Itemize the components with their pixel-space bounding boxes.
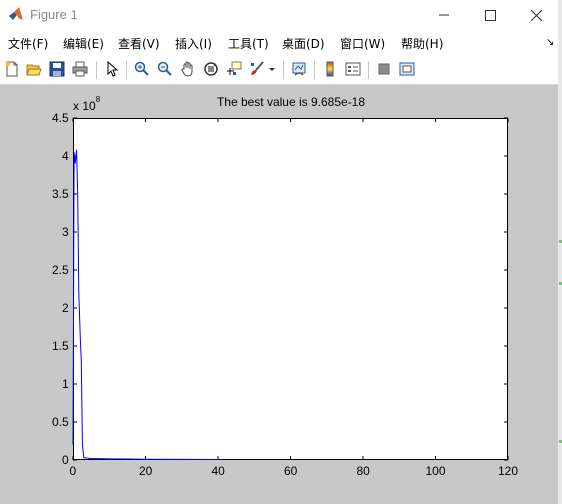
close-button[interactable] [513, 0, 559, 30]
show-plot-tools-button[interactable] [397, 59, 417, 79]
x-tick-label: 120 [498, 464, 519, 478]
menu-edit[interactable]: 编辑(E) [63, 35, 104, 52]
chevron-down-icon [269, 68, 275, 71]
new-figure-icon [6, 61, 18, 77]
x-tick-label: 20 [139, 464, 153, 478]
close-icon [530, 9, 542, 21]
data-cursor-icon [227, 61, 242, 75]
data-cursor-button[interactable] [224, 59, 244, 79]
save-button[interactable] [47, 59, 67, 79]
legend-button[interactable] [343, 59, 363, 79]
y-tick-label: 2 [62, 301, 69, 315]
link-plot-icon [292, 62, 306, 76]
maximize-icon [484, 9, 496, 21]
hide-plot-tools-icon [378, 63, 390, 75]
pan-button[interactable] [178, 59, 198, 79]
menu-file[interactable]: 文件(F) [8, 35, 48, 52]
y-axis-exponent: x 108 [73, 95, 101, 113]
minimize-button[interactable] [421, 0, 467, 30]
rotate-3d-icon [204, 62, 218, 76]
brush-dropdown[interactable] [266, 59, 278, 79]
menu-view[interactable]: 查看(V) [118, 35, 160, 52]
y-tick-label: 4.5 [52, 111, 69, 125]
maximize-button[interactable] [467, 0, 513, 30]
x-tick-label: 60 [284, 464, 298, 478]
minimize-icon [439, 14, 449, 16]
brush-button[interactable] [247, 59, 267, 79]
open-file-button[interactable] [24, 59, 44, 79]
plot-axes[interactable] [73, 118, 508, 460]
legend-icon [345, 62, 361, 76]
menu-help[interactable]: 帮助(H) [401, 35, 443, 52]
figure-window: Figure 1 文件(F) 编辑(E) 查看(V) 插入(I) 工具(T) 桌… [0, 0, 559, 504]
matlab-logo-icon [9, 7, 23, 20]
rotate-3d-button[interactable] [201, 59, 221, 79]
link-plot-button[interactable] [289, 59, 309, 79]
menu-bar: 文件(F) 编辑(E) 查看(V) 插入(I) 工具(T) 桌面(D) 窗口(W… [0, 32, 558, 54]
window-edge [558, 0, 562, 504]
hide-plot-tools-button[interactable] [374, 59, 394, 79]
print-button[interactable] [70, 59, 90, 79]
dock-icon[interactable]: ↘ [546, 37, 554, 48]
title-bar[interactable]: Figure 1 [0, 0, 558, 30]
zoom-out-button[interactable] [155, 59, 175, 79]
menu-insert[interactable]: 插入(I) [175, 35, 212, 52]
menu-window[interactable]: 窗口(W) [340, 35, 385, 52]
y-tick-label: 1.5 [52, 339, 69, 353]
pan-icon [181, 61, 193, 77]
y-tick-label: 2.5 [52, 263, 69, 277]
new-figure-button[interactable] [2, 59, 22, 79]
print-icon [72, 61, 88, 77]
x-tick-label: 80 [356, 464, 370, 478]
y-tick-label: 3.5 [52, 187, 69, 201]
open-file-icon [26, 64, 42, 76]
x-tick-label: 100 [425, 464, 446, 478]
zoom-out-icon [157, 61, 172, 76]
brush-icon [251, 61, 264, 75]
menu-desktop[interactable]: 桌面(D) [282, 35, 325, 52]
pointer-icon [107, 61, 119, 77]
colorbar-icon [326, 61, 334, 77]
show-plot-tools-icon [399, 62, 415, 76]
figure-toolbar [0, 56, 558, 85]
y-tick-label: 0 [62, 453, 69, 467]
zoom-in-button[interactable] [132, 59, 152, 79]
y-tick-label: 4 [62, 149, 69, 163]
pointer-button[interactable] [102, 59, 122, 79]
zoom-in-icon [134, 61, 149, 76]
y-tick-label: 1 [62, 377, 69, 391]
save-icon [49, 61, 65, 77]
y-tick-label: 0.5 [52, 415, 69, 429]
y-tick-label: 3 [62, 225, 69, 239]
window-title: Figure 1 [30, 7, 78, 22]
x-tick-label: 0 [69, 464, 77, 478]
x-tick-label: 40 [211, 464, 225, 478]
colorbar-button[interactable] [320, 59, 340, 79]
menu-tools[interactable]: 工具(T) [228, 35, 269, 52]
